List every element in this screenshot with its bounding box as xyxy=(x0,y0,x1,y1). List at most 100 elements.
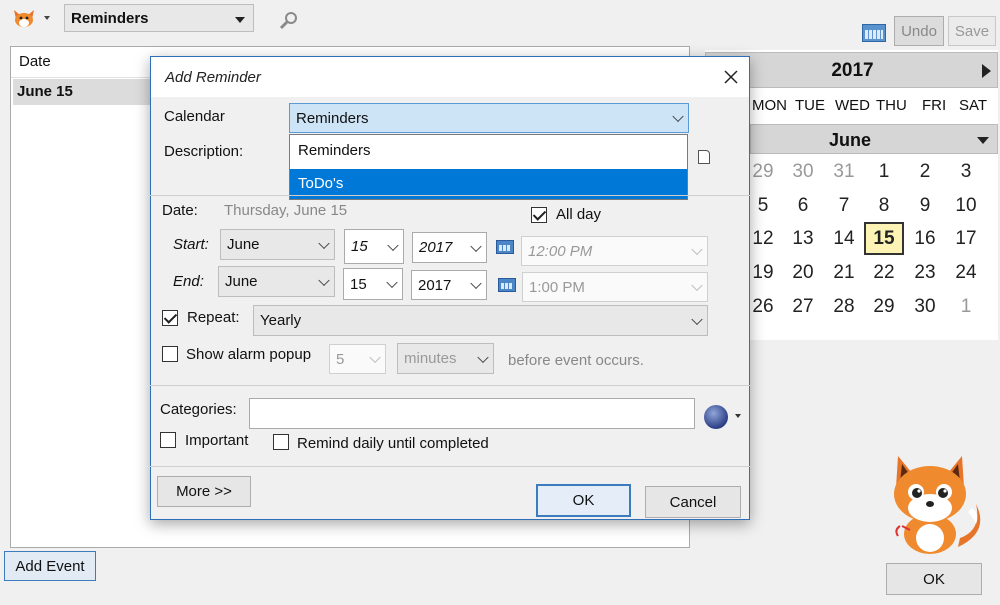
calendar-day[interactable]: 15 xyxy=(864,222,904,255)
chevron-down-icon xyxy=(691,243,703,256)
end-time-select[interactable]: 1:00 PM xyxy=(522,272,708,302)
calendar-combo-value: Reminders xyxy=(296,109,369,127)
end-month-select[interactable]: June xyxy=(218,266,335,297)
calendar-selector-value: Reminders xyxy=(71,9,149,27)
start-time-select[interactable]: 12:00 PM xyxy=(521,236,708,266)
end-year-select[interactable]: 2017 xyxy=(411,270,487,300)
add-event-button[interactable]: Add Event xyxy=(4,551,96,581)
save-button[interactable]: Save xyxy=(948,16,996,46)
weekday-label: WED xyxy=(835,97,870,114)
end-day-select[interactable]: 15 xyxy=(343,268,403,300)
calendar-combo[interactable]: Reminders xyxy=(289,103,689,133)
search-icon[interactable] xyxy=(278,10,300,30)
divider xyxy=(150,195,750,196)
column-header-date[interactable]: Date xyxy=(19,53,51,70)
dropdown-option[interactable]: Reminders xyxy=(290,135,687,167)
calendar-day[interactable]: 8 xyxy=(864,189,904,222)
calendar-day[interactable]: 28 xyxy=(824,290,864,323)
calendar-day[interactable]: 30 xyxy=(783,155,823,188)
undo-button[interactable]: Undo xyxy=(894,16,944,46)
calendar-day[interactable]: 9 xyxy=(905,189,945,222)
calendar-day[interactable]: 10 xyxy=(946,189,986,222)
dropdown-arrow-icon[interactable] xyxy=(735,414,741,418)
calendar-day[interactable]: 27 xyxy=(783,290,823,323)
next-year-icon[interactable] xyxy=(982,64,991,78)
chevron-down-icon xyxy=(691,313,703,325)
calendar-day[interactable]: 16 xyxy=(905,222,945,255)
start-year-select[interactable]: 2017 xyxy=(412,232,487,263)
calendar-day[interactable]: 30 xyxy=(905,290,945,323)
weekday-label: SAT xyxy=(959,97,988,114)
chevron-down-icon xyxy=(369,351,381,364)
chevron-down-icon xyxy=(691,279,703,292)
calendar-day[interactable]: 3 xyxy=(946,155,986,188)
alarm-checkbox[interactable] xyxy=(162,346,178,362)
calendar-day[interactable]: 31 xyxy=(824,155,864,188)
divider xyxy=(150,385,750,386)
alarm-suffix: before event occurs. xyxy=(508,352,644,369)
calendar-selector[interactable]: Reminders xyxy=(64,4,254,32)
remind-daily-checkbox[interactable] xyxy=(273,434,289,450)
more-button[interactable]: More >> xyxy=(157,476,251,507)
important-label: Important xyxy=(185,432,249,449)
categories-input[interactable] xyxy=(249,398,695,429)
alarm-amount-select[interactable]: 5 xyxy=(329,344,386,374)
calendar-day[interactable]: 21 xyxy=(824,256,864,289)
calendar-day[interactable]: 23 xyxy=(905,256,945,289)
calendar-picker-icon[interactable] xyxy=(498,278,516,292)
all-day-label: All day xyxy=(556,206,602,223)
all-day-checkbox[interactable] xyxy=(531,207,547,223)
calendar-day[interactable]: 6 xyxy=(783,189,823,222)
cancel-button[interactable]: Cancel xyxy=(645,486,741,518)
calendar-day[interactable]: 1 xyxy=(946,290,986,323)
main-ok-button[interactable]: OK xyxy=(886,563,982,595)
calendar-day[interactable]: 2 xyxy=(905,155,945,188)
calendar-day[interactable]: 24 xyxy=(946,256,986,289)
chevron-down-icon xyxy=(387,239,399,251)
calendar-day[interactable]: 14 xyxy=(824,222,864,255)
repeat-select[interactable]: Yearly xyxy=(253,305,708,336)
categories-picker-icon[interactable] xyxy=(704,405,728,429)
calendar-day[interactable]: 17 xyxy=(946,222,986,255)
row-date: June 15 xyxy=(17,83,73,100)
alarm-unit-select[interactable]: minutes xyxy=(397,343,494,374)
calendar-day[interactable]: 13 xyxy=(783,222,823,255)
end-label: End: xyxy=(173,273,204,290)
app-menu-arrow-icon[interactable] xyxy=(44,16,50,20)
weekday-label: FRI xyxy=(922,97,947,114)
close-icon[interactable] xyxy=(723,69,739,85)
ok-button[interactable]: OK xyxy=(536,484,631,517)
calendar-view-icon[interactable] xyxy=(862,24,886,42)
chevron-down-icon xyxy=(318,274,330,286)
month-bar[interactable]: June xyxy=(750,124,998,154)
chevron-down-icon xyxy=(470,240,482,252)
date-value: Thursday, June 15 xyxy=(224,202,348,219)
weekday-label: MON xyxy=(752,97,787,114)
calendar-picker-icon[interactable] xyxy=(496,240,514,254)
remind-daily-label: Remind daily until completed xyxy=(297,435,489,452)
calendar-day[interactable]: 1 xyxy=(864,155,904,188)
calendar-day[interactable]: 20 xyxy=(783,256,823,289)
month-dropdown-icon xyxy=(977,137,989,144)
start-month-select[interactable]: June xyxy=(220,229,335,260)
fox-mascot-image xyxy=(872,452,992,557)
date-label: Date: xyxy=(162,202,198,219)
important-checkbox[interactable] xyxy=(160,432,176,448)
calendar-day[interactable]: 22 xyxy=(864,256,904,289)
calendar-day[interactable]: 29 xyxy=(864,290,904,323)
chevron-down-icon xyxy=(672,110,684,123)
calendar-day[interactable]: 7 xyxy=(824,189,864,222)
divider xyxy=(150,466,750,467)
description-label: Description: xyxy=(164,143,244,160)
calendar-dropdown-list[interactable]: Reminders ToDo's xyxy=(289,134,688,200)
dropdown-arrow-icon xyxy=(235,17,245,23)
repeat-checkbox[interactable] xyxy=(162,310,178,326)
start-day-select[interactable]: 15 xyxy=(344,229,404,264)
app-fox-icon[interactable] xyxy=(12,8,36,28)
chevron-down-icon xyxy=(318,237,330,249)
categories-label: Categories: xyxy=(160,401,237,418)
dialog-titlebar[interactable]: Add Reminder xyxy=(151,57,749,97)
chevron-down-icon xyxy=(477,351,489,363)
alarm-label: Show alarm popup xyxy=(186,346,312,363)
attachment-icon[interactable] xyxy=(698,150,710,164)
